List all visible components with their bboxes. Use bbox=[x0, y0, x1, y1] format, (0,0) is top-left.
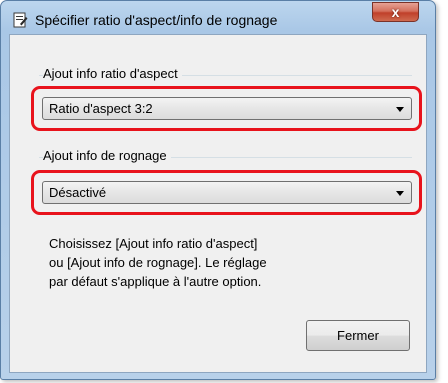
window-title: Spécifier ratio d'aspect/info de rognage bbox=[35, 12, 278, 28]
chevron-down-icon bbox=[396, 191, 404, 196]
crop-group-label: Ajout info de rognage bbox=[43, 148, 171, 163]
aspect-ratio-value: Ratio d'aspect 3:2 bbox=[49, 101, 153, 116]
title-bar[interactable]: Spécifier ratio d'aspect/info de rognage… bbox=[1, 1, 435, 31]
description-line-2: ou [Ajout info de rognage]. Le réglage bbox=[49, 255, 267, 270]
crop-info-dropdown[interactable]: Désactivé bbox=[42, 181, 412, 204]
aspect-ratio-dropdown[interactable]: Ratio d'aspect 3:2 bbox=[42, 97, 412, 120]
close-window-button[interactable]: x bbox=[372, 2, 419, 22]
document-edit-icon bbox=[13, 12, 28, 28]
aspect-group-label: Ajout info ratio d'aspect bbox=[43, 66, 182, 81]
crop-info-value: Désactivé bbox=[49, 185, 107, 200]
close-button[interactable]: Fermer bbox=[306, 320, 410, 351]
close-icon: x bbox=[391, 4, 400, 20]
description-line-3: par défaut s'applique à l'autre option. bbox=[49, 274, 262, 289]
description-line-1: Choisissez [Ajout info ratio d'aspect] bbox=[49, 236, 258, 251]
chevron-down-icon bbox=[396, 107, 404, 112]
dialog-window: Spécifier ratio d'aspect/info de rognage… bbox=[0, 0, 436, 380]
